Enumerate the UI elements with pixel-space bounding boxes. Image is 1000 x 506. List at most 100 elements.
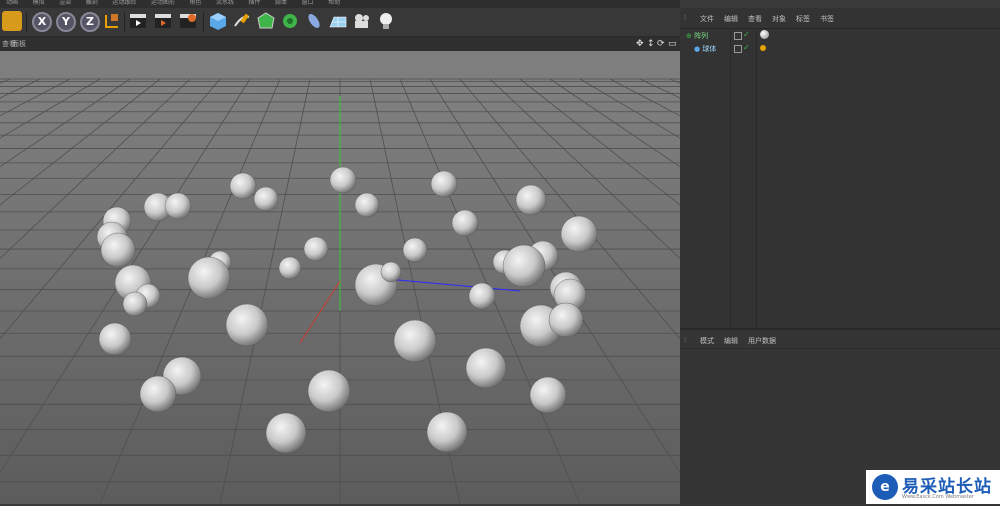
pen-icon — [234, 13, 250, 27]
cube-button[interactable] — [208, 11, 228, 31]
menu-item[interactable]: 流水线 — [216, 0, 234, 6]
make-editable-button[interactable] — [2, 11, 22, 31]
site-logo: e — [872, 474, 898, 500]
menu-item[interactable]: 脚本 — [275, 0, 287, 6]
menu-item[interactable]: 模拟 — [33, 0, 45, 6]
render-to-picture-viewer-button[interactable] — [153, 11, 173, 31]
sphere-clone[interactable] — [329, 166, 357, 194]
sphere-clone[interactable] — [451, 209, 479, 237]
sphere-clone[interactable] — [139, 375, 177, 413]
sphere-clone[interactable] — [529, 376, 567, 414]
menu-item[interactable]: 动画 — [6, 0, 18, 6]
sphere-clone[interactable] — [402, 237, 428, 263]
phong-tag-icon[interactable] — [760, 45, 766, 51]
sphere-clone[interactable] — [468, 282, 496, 310]
sphere-clone[interactable] — [502, 244, 546, 288]
menu-item[interactable]: 窗口 — [302, 0, 314, 6]
deformer-button[interactable] — [304, 11, 324, 31]
sphere-clone[interactable] — [164, 192, 192, 220]
bend-icon — [308, 14, 320, 28]
menu-objects[interactable]: 对象 — [772, 14, 786, 24]
sphere-clone[interactable] — [278, 256, 302, 280]
cube-icon — [210, 13, 226, 30]
menu-user-data[interactable]: 用户数据 — [748, 336, 776, 346]
camera-button[interactable] — [352, 11, 372, 31]
sphere-clone[interactable] — [393, 319, 437, 363]
render-view-button[interactable] — [128, 11, 148, 31]
object-row-cloner[interactable]: ⊕ 阵列 — [686, 31, 708, 41]
rotate-view-icon[interactable]: ⟳ — [657, 39, 665, 49]
clapper-gear-icon — [180, 14, 196, 28]
menu-item[interactable]: 渲染 — [59, 0, 71, 6]
sphere-clone[interactable] — [426, 411, 468, 453]
y-axis-lock-button[interactable]: Y — [56, 12, 76, 32]
sphere-clone[interactable] — [430, 170, 458, 198]
sphere-clone[interactable] — [380, 261, 402, 283]
clapper-icon — [130, 14, 146, 28]
cloner-icon: ⊕ — [686, 32, 692, 40]
sphere-clone[interactable] — [98, 322, 132, 356]
menu-item[interactable]: 帮助 — [328, 0, 340, 6]
grip-icon: ⁞ — [684, 14, 687, 22]
grip-icon: ⁞ — [684, 336, 687, 344]
coordinate-system-button[interactable] — [102, 11, 122, 31]
clapper-icon — [155, 14, 171, 28]
sphere-clone[interactable] — [548, 302, 584, 338]
menu-mode[interactable]: 模式 — [700, 336, 714, 346]
menu-edit[interactable]: 编辑 — [724, 14, 738, 24]
z-axis-lock-button[interactable]: Z — [80, 12, 100, 32]
scale-view-icon[interactable]: ↕ — [647, 39, 655, 49]
pen-spline-button[interactable] — [232, 11, 252, 31]
sphere-clone[interactable] — [265, 412, 307, 454]
subdivision-surface-button[interactable] — [256, 11, 276, 31]
menu-file[interactable]: 文件 — [700, 14, 714, 24]
enabled-check-icon[interactable]: ✓ — [743, 30, 750, 39]
sphere-clone[interactable] — [303, 236, 329, 262]
main-toolbar: X Y Z — [0, 8, 680, 37]
menu-tags[interactable]: 标签 — [796, 14, 810, 24]
sphere-clone[interactable] — [465, 347, 507, 389]
sphere-clone[interactable] — [515, 184, 547, 216]
grid-floor-icon — [329, 16, 347, 28]
floor-button[interactable] — [328, 11, 348, 31]
site-watermark: e 易采站长站 Www.Easck.Com Webmaster — [866, 470, 1000, 504]
menu-bar: 动画 模拟 渲染 雕刻 运动跟踪 运动图形 角色 流水线 插件 脚本 窗口 帮助 — [0, 0, 680, 8]
menu-item[interactable]: 插件 — [249, 0, 261, 6]
material-tag-icon[interactable] — [760, 30, 769, 39]
menu-edit[interactable]: 编辑 — [724, 336, 738, 346]
site-subtitle: Www.Easck.Com Webmaster — [902, 494, 974, 500]
cloner-icon — [283, 14, 297, 28]
perspective-viewport[interactable] — [0, 51, 680, 504]
object-row-sphere[interactable]: ● 球体 — [694, 44, 716, 54]
sphere-clone[interactable] — [187, 256, 231, 300]
x-axis-lock-button[interactable]: X — [32, 12, 52, 32]
sphere-clone[interactable] — [307, 369, 351, 413]
visibility-toggle[interactable] — [734, 32, 742, 40]
object-manager-panel: ⁞ 文件 编辑 查看 对象 标签 书签 ⊕ 阵列 ● 球体 ✓ ✓ — [680, 8, 1000, 328]
visibility-toggle[interactable] — [734, 45, 742, 53]
menu-bookmarks[interactable]: 书签 — [820, 14, 834, 24]
sphere-icon: ● — [694, 45, 701, 53]
viewport-header: 查看 面板 ✥ ↕ ⟳ ▭ — [0, 37, 680, 51]
move-view-icon[interactable]: ✥ — [636, 39, 644, 49]
maximize-view-icon[interactable]: ▭ — [668, 39, 677, 49]
sphere-clone[interactable] — [560, 215, 598, 253]
sphere-clone[interactable] — [229, 172, 257, 200]
menu-item[interactable]: 雕刻 — [86, 0, 98, 6]
menu-item[interactable]: 运动图形 — [151, 0, 175, 6]
cloner-button[interactable] — [280, 11, 300, 31]
sphere-clone[interactable] — [225, 303, 269, 347]
viewport-menu-item[interactable]: 面板 — [12, 39, 26, 49]
sphere-clone[interactable] — [253, 186, 279, 212]
sphere-clone[interactable] — [100, 232, 136, 268]
menu-item[interactable]: 运动跟踪 — [112, 0, 136, 6]
object-manager-menu: ⁞ 文件 编辑 查看 对象 标签 书签 — [680, 8, 1000, 29]
render-settings-button[interactable] — [178, 11, 198, 31]
sphere-clone[interactable] — [122, 291, 148, 317]
light-button[interactable] — [376, 11, 396, 31]
sphere-clone[interactable] — [354, 192, 380, 218]
menu-item[interactable]: 角色 — [189, 0, 201, 6]
menu-view[interactable]: 查看 — [748, 14, 762, 24]
enabled-check-icon[interactable]: ✓ — [743, 43, 750, 52]
viewport-canvas[interactable] — [0, 51, 680, 504]
